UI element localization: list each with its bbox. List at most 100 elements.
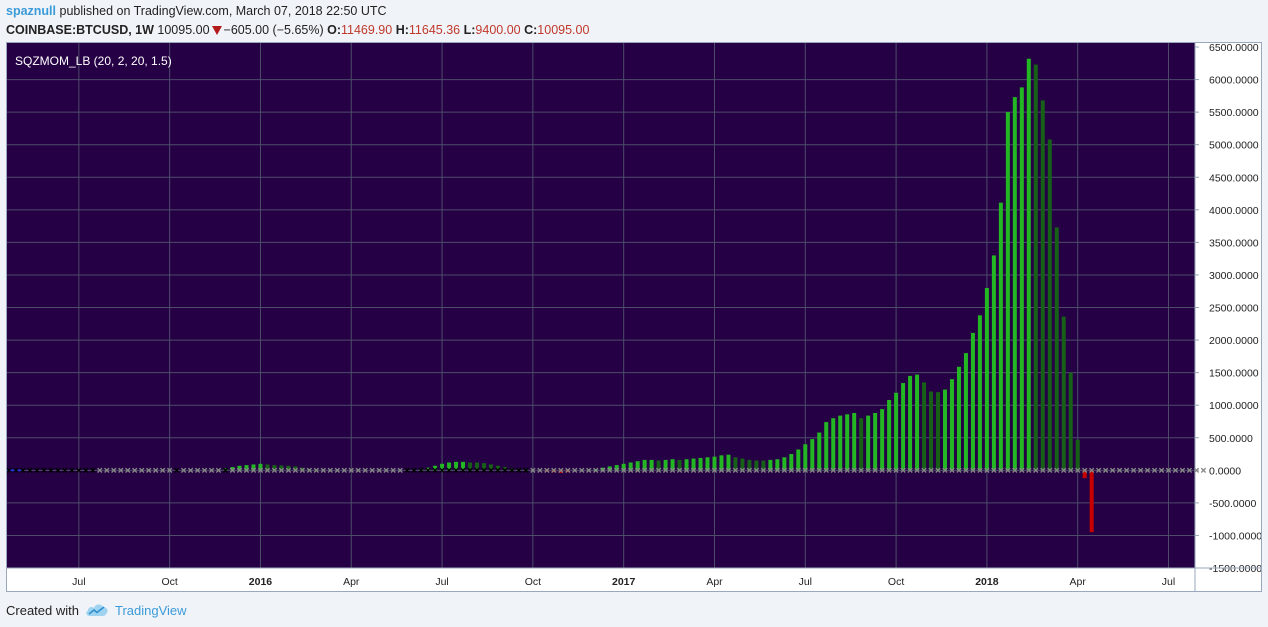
histogram-bar xyxy=(726,454,731,471)
histogram-bar xyxy=(963,353,968,471)
histogram-bar xyxy=(1033,64,1038,471)
y-tick-label: 6500.0000 xyxy=(1209,43,1259,54)
chart-header: spaznull published on TradingView.com, M… xyxy=(6,3,1256,39)
histogram-bar xyxy=(936,392,941,471)
high-label: H: xyxy=(395,23,409,37)
histogram-bar xyxy=(1040,100,1045,471)
histogram-bar xyxy=(894,392,899,471)
y-tick-label: 2000.0000 xyxy=(1209,335,1259,347)
x-tick-label: Apr xyxy=(343,576,360,588)
histogram-bar xyxy=(1047,139,1052,471)
price-change: −605.00 (−5.65%) xyxy=(223,23,324,37)
y-tick-label: -1000.0000 xyxy=(1209,530,1261,542)
tradingview-link[interactable]: TradingView xyxy=(85,603,187,618)
published-text: published on TradingView.com, March 07, … xyxy=(59,4,387,18)
y-tick-label: 3000.0000 xyxy=(1209,270,1259,282)
histogram-bar xyxy=(1019,87,1024,471)
histogram-bar xyxy=(859,418,864,471)
histogram-bar xyxy=(929,391,934,471)
histogram-bar xyxy=(817,432,822,471)
histogram-bar xyxy=(789,454,794,471)
x-tick-label: Oct xyxy=(161,576,177,588)
histogram-bar xyxy=(810,439,815,471)
histogram-bar xyxy=(949,379,954,471)
histogram-bar xyxy=(998,202,1003,471)
down-triangle-icon xyxy=(211,26,222,35)
y-tick-label: 1500.0000 xyxy=(1209,368,1259,380)
histogram-bar xyxy=(984,287,989,471)
histogram-bar xyxy=(873,413,878,471)
chart-svg[interactable]: 6500.0000 6000.0000 5500.0000 5000.0000 4500… xyxy=(7,43,1261,591)
y-tick-label: 5000.0000 xyxy=(1209,140,1259,152)
histogram-bar xyxy=(1005,112,1010,471)
y-tick-label: 1000.0000 xyxy=(1209,400,1259,412)
histogram-bar xyxy=(922,382,927,471)
x-tick-label: Jul xyxy=(799,576,812,588)
histogram-bar xyxy=(1089,470,1094,533)
indicator-label: SQZMOM_LB (20, 2, 20, 1.5) xyxy=(15,54,172,68)
y-tick-label: 4500.0000 xyxy=(1209,172,1259,184)
x-tick-label: 2018 xyxy=(975,576,999,588)
x-tick-label: Jul xyxy=(1162,576,1175,588)
histogram-bar xyxy=(831,418,836,471)
close-label: C: xyxy=(524,23,538,37)
y-tick-label: 3500.0000 xyxy=(1209,237,1259,249)
created-with-text: Created with xyxy=(6,602,79,618)
chart-frame[interactable]: 6500.0000 6000.0000 5500.0000 5000.0000 4500… xyxy=(6,42,1262,592)
histogram-bar xyxy=(1068,372,1073,471)
histogram-bar xyxy=(1075,439,1080,471)
histogram-bar xyxy=(956,366,961,471)
tradingview-brand: TradingView xyxy=(114,602,187,618)
publish-line: spaznull published on TradingView.com, M… xyxy=(6,3,1256,20)
histogram-bar xyxy=(1054,227,1059,471)
author-link[interactable]: spaznull xyxy=(6,4,56,18)
x-tick-label: Apr xyxy=(706,576,723,588)
last-price: 10095.00 xyxy=(157,23,210,37)
histogram-bar xyxy=(796,449,801,471)
histogram-bar xyxy=(970,332,975,471)
high-value: 11645.36 xyxy=(408,23,461,37)
x-tick-label: Oct xyxy=(888,576,904,588)
histogram-bar xyxy=(915,374,920,471)
x-tick-label: 2017 xyxy=(612,576,636,588)
histogram-bar xyxy=(887,399,892,471)
histogram-bar xyxy=(1026,58,1031,471)
low-label: L: xyxy=(463,23,476,37)
histogram-bar xyxy=(803,444,808,471)
histogram-bar xyxy=(824,422,829,471)
histogram-bar xyxy=(901,383,906,471)
histogram-bar xyxy=(880,409,885,471)
y-tick-label: 2500.0000 xyxy=(1209,303,1259,315)
histogram-bar xyxy=(991,255,996,471)
histogram-bar xyxy=(1061,316,1066,471)
x-tick-label: Jul xyxy=(72,576,85,588)
tradingview-cloud-icon xyxy=(86,604,108,616)
low-value: 9400.00 xyxy=(475,23,521,37)
open-label: O: xyxy=(327,23,341,37)
x-tick-label: Jul xyxy=(435,576,448,588)
y-tick-label: 6000.0000 xyxy=(1209,75,1259,87)
histogram-bar xyxy=(866,415,871,471)
y-tick-label: 0.0000 xyxy=(1209,465,1241,477)
y-tick-label: -1500.0000 xyxy=(1209,563,1261,575)
x-tick-label: Apr xyxy=(1070,576,1087,588)
x-tick-label: Oct xyxy=(525,576,541,588)
histogram-bar xyxy=(977,315,982,471)
histogram-bar xyxy=(942,389,947,471)
histogram-bar xyxy=(852,413,857,471)
footer: Created with TradingView xyxy=(6,600,187,620)
quote-line: COINBASE:BTCUSD, 1W 10095.00 −605.00 (−5.… xyxy=(6,22,1256,39)
y-tick-label: 500.0000 xyxy=(1209,433,1253,445)
open-value: 11469.90 xyxy=(341,23,393,37)
histogram-bar xyxy=(1012,97,1017,471)
y-tick-label: 5500.0000 xyxy=(1209,107,1259,119)
histogram-bar xyxy=(838,415,843,471)
symbol-label: COINBASE:BTCUSD, 1W xyxy=(6,23,154,37)
histogram-bar xyxy=(908,375,913,471)
close-value: 10095.00 xyxy=(537,23,590,37)
y-tick-label: -500.0000 xyxy=(1209,498,1256,510)
y-tick-label: 4000.0000 xyxy=(1209,205,1259,217)
histogram-bar xyxy=(845,414,850,471)
squeeze-dot xyxy=(1200,467,1207,473)
x-tick-label: 2016 xyxy=(249,576,273,588)
